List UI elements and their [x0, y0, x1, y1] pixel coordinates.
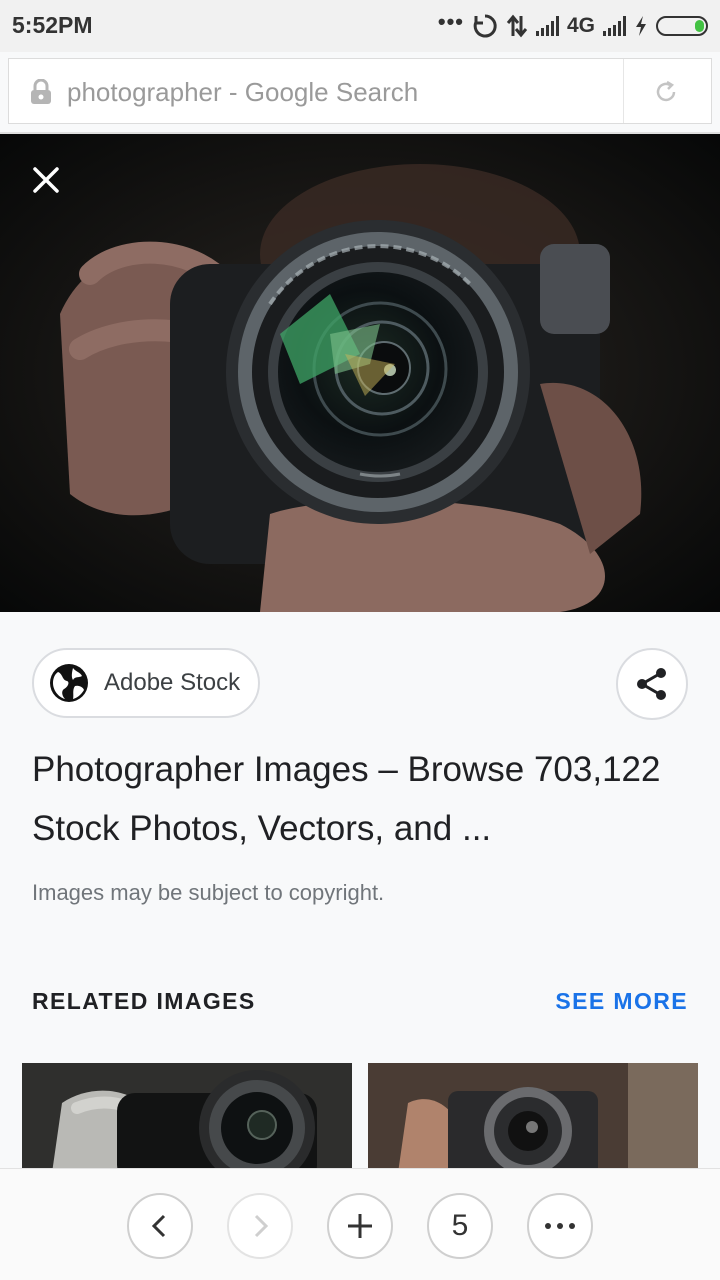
back-button[interactable] [127, 1193, 193, 1259]
status-time: 5:52PM [12, 12, 93, 38]
share-button[interactable] [616, 648, 688, 720]
more-icon [545, 1223, 575, 1229]
close-icon[interactable] [26, 160, 66, 200]
reload-icon[interactable] [653, 79, 679, 105]
bottom-navigation: 5 [0, 1168, 720, 1280]
camera-lens-photo [0, 134, 720, 612]
sync-icon [473, 14, 497, 38]
data-transfer-icon [506, 14, 528, 38]
menu-button[interactable] [527, 1193, 593, 1259]
share-icon [637, 668, 666, 700]
more-notifications-icon: ••• [437, 9, 464, 34]
new-tab-button[interactable] [327, 1193, 393, 1259]
copyright-notice: Images may be subject to copyright. [32, 880, 385, 905]
battery-icon [656, 16, 708, 36]
plus-icon [348, 1214, 372, 1238]
tabs-button[interactable]: 5 [427, 1193, 493, 1259]
image-preview[interactable] [0, 134, 720, 612]
result-title[interactable]: Photographer Images – Browse 703,122 Sto… [32, 740, 702, 858]
charging-icon [636, 16, 646, 36]
network-type: 4G [566, 14, 595, 37]
tab-count: 5 [451, 1209, 469, 1242]
status-indicators: ••• 4G [437, 9, 708, 42]
see-more-link[interactable]: SEE MORE [555, 988, 688, 1015]
related-image-thumbnail[interactable] [22, 1063, 352, 1173]
signal-icon-2 [603, 16, 626, 36]
address-bar[interactable]: photographer - Google Search [8, 58, 712, 124]
source-chip[interactable]: Adobe Stock [32, 648, 260, 718]
forward-button[interactable] [227, 1193, 293, 1259]
signal-icon [535, 16, 559, 36]
camera-photo [22, 1063, 352, 1173]
related-images-heading: RELATED IMAGES [32, 988, 256, 1014]
chevron-right-icon [254, 1214, 269, 1238]
lock-icon [31, 79, 51, 104]
camera-photo [368, 1063, 698, 1173]
chevron-left-icon [151, 1214, 166, 1238]
globe-icon [50, 664, 88, 702]
address-text[interactable]: photographer - Google Search [67, 77, 418, 108]
source-label: Adobe Stock [104, 669, 241, 696]
status-bar: 5:52PM ••• 4G [0, 0, 720, 52]
related-image-thumbnail[interactable] [368, 1063, 698, 1173]
divider [623, 59, 624, 123]
